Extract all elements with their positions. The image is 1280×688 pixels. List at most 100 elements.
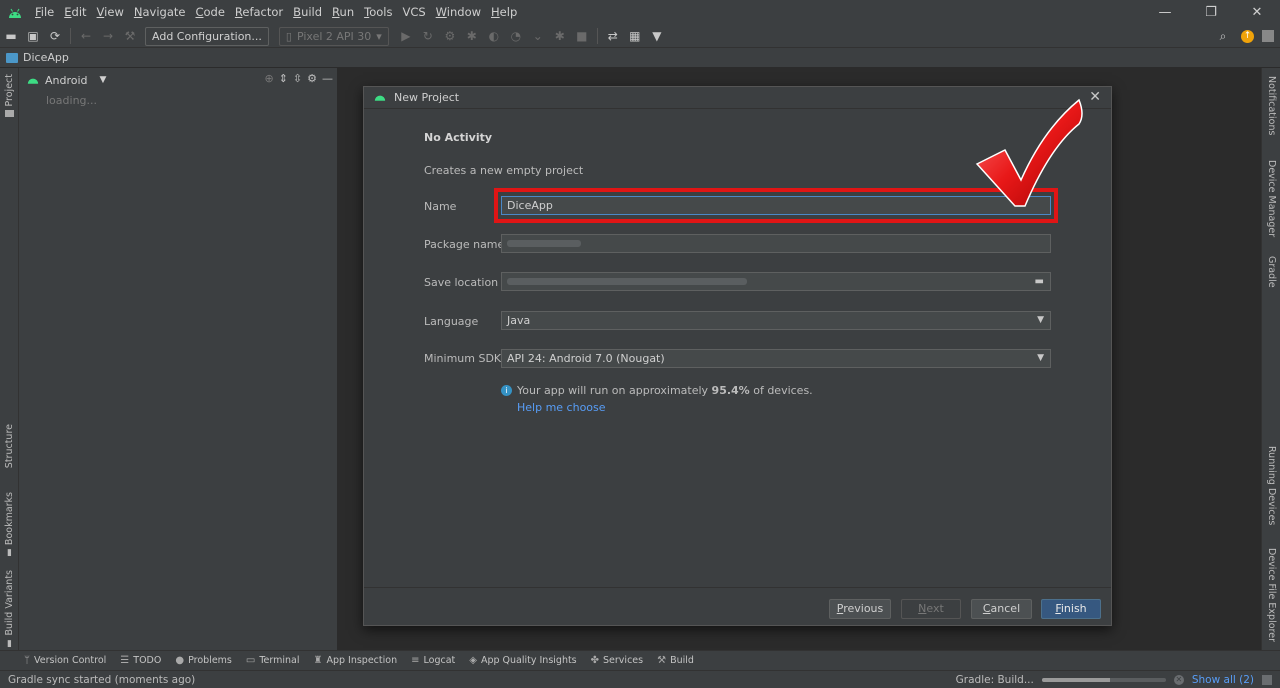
bookmarks-tool-tab[interactable]: Bookmarks ▮ bbox=[0, 492, 19, 558]
more-run-icon[interactable]: ⌄ bbox=[527, 26, 549, 46]
language-select[interactable]: Java ▼ bbox=[501, 311, 1051, 330]
tab-problems[interactable]: ● Problems bbox=[175, 655, 232, 666]
profile-icon[interactable]: ◐ bbox=[483, 26, 505, 46]
tab-logcat[interactable]: ≡ Logcat bbox=[411, 655, 455, 666]
gradle-tab-label: Gradle bbox=[1266, 256, 1277, 288]
gradle-tool-tab[interactable]: Gradle bbox=[1262, 256, 1280, 288]
right-tool-stripe: Notifications Device Manager Gradle Runn… bbox=[1261, 68, 1280, 650]
device-selector[interactable]: ▯ Pixel 2 API 30 ▾ bbox=[278, 26, 389, 46]
open-folder-icon[interactable]: ▬ bbox=[0, 26, 22, 46]
minimize-button[interactable]: — bbox=[1142, 0, 1188, 25]
profile-avatar-icon[interactable] bbox=[1262, 30, 1274, 42]
package-name-label: Package name bbox=[424, 238, 505, 251]
help-me-choose-link[interactable]: Help me choose bbox=[517, 401, 606, 414]
menu-window[interactable]: Window bbox=[431, 0, 486, 25]
apply-code-changes-icon[interactable]: ⚙ bbox=[439, 26, 461, 46]
tab-build[interactable]: ⚒ Build bbox=[657, 655, 694, 666]
run-icon[interactable]: ▶ bbox=[395, 26, 417, 46]
locate-icon[interactable]: ⊕ bbox=[264, 72, 273, 85]
menu-help[interactable]: Help bbox=[486, 0, 522, 25]
coverage-prefix: Your app will run on approximately bbox=[517, 384, 712, 397]
stop-icon[interactable]: ■ bbox=[571, 26, 593, 46]
hide-icon[interactable]: — bbox=[322, 72, 333, 85]
finish-button[interactable]: Finish bbox=[1041, 599, 1101, 619]
main-toolbar: ▬ ▣ ⟳ ← → ⚒ Add Configuration... ▯ Pixel… bbox=[0, 25, 1280, 48]
device-manager-tool-tab[interactable]: Device Manager bbox=[1262, 160, 1280, 237]
background-task-label[interactable]: Gradle: Build... bbox=[956, 674, 1034, 686]
name-field-highlight-box bbox=[494, 188, 1058, 223]
show-all-link[interactable]: Show all (2) bbox=[1192, 674, 1254, 686]
save-location-input[interactable]: ▬ bbox=[501, 272, 1051, 291]
gear-icon[interactable]: ⚙ bbox=[307, 72, 317, 85]
android-studio-logo-icon bbox=[0, 8, 30, 18]
device-selector-label: Pixel 2 API 30 bbox=[296, 29, 372, 43]
close-window-button[interactable]: ✕ bbox=[1234, 0, 1280, 25]
project-view-selector[interactable]: Android bbox=[45, 74, 88, 87]
window-controls: — ❐ ✕ bbox=[1142, 0, 1280, 25]
app-inspection-icon: ♜ bbox=[313, 655, 323, 666]
tab-terminal[interactable]: ▭ Terminal bbox=[246, 655, 300, 666]
cancel-task-icon[interactable]: ✕ bbox=[1173, 675, 1184, 685]
device-manager-icon[interactable]: ▦ bbox=[624, 26, 646, 46]
save-all-icon[interactable]: ▣ bbox=[22, 26, 44, 46]
sdk-manager-icon[interactable]: ▼ bbox=[646, 26, 668, 46]
tab-version-control[interactable]: ᛘ Version Control bbox=[24, 655, 106, 666]
debug-icon[interactable]: ✱ bbox=[461, 26, 483, 46]
apply-changes-icon[interactable]: ↻ bbox=[417, 26, 439, 46]
status-indicator-icon bbox=[1262, 675, 1272, 685]
notifications-tool-tab[interactable]: Notifications bbox=[1262, 76, 1280, 135]
forward-icon[interactable]: → bbox=[97, 26, 119, 46]
dialog-footer: Previous Next Cancel Finish bbox=[364, 587, 1111, 625]
logcat-icon: ≡ bbox=[411, 655, 420, 666]
back-icon[interactable]: ← bbox=[75, 26, 97, 46]
quality-insights-icon: ◈ bbox=[469, 655, 477, 666]
attach-process-icon[interactable]: ✱ bbox=[549, 26, 571, 46]
menu-vcs[interactable]: VCS bbox=[397, 0, 430, 25]
tab-services[interactable]: ✤ Services bbox=[591, 655, 643, 666]
menu-edit[interactable]: Edit bbox=[59, 0, 91, 25]
breadcrumb-project[interactable]: DiceApp bbox=[23, 51, 69, 64]
menu-refactor[interactable]: Refactor bbox=[230, 0, 288, 25]
hammer-icon[interactable]: ⚒ bbox=[119, 26, 141, 46]
project-tool-tab[interactable]: Project bbox=[0, 74, 19, 117]
folder-browse-icon[interactable]: ▬ bbox=[1035, 273, 1044, 290]
running-devices-tool-tab[interactable]: Running Devices bbox=[1262, 446, 1280, 525]
next-button[interactable]: Next bbox=[901, 599, 961, 619]
attach-debugger-icon[interactable]: ◔ bbox=[505, 26, 527, 46]
status-message[interactable]: Gradle sync started (moments ago) bbox=[8, 674, 195, 686]
menu-view[interactable]: View bbox=[92, 0, 129, 25]
menu-navigate[interactable]: Navigate bbox=[129, 0, 191, 25]
menu-code[interactable]: Code bbox=[190, 0, 229, 25]
build-variants-tab-label: Build Variants bbox=[4, 570, 15, 636]
minimum-sdk-select[interactable]: API 24: Android 7.0 (Nougat) ▼ bbox=[501, 349, 1051, 368]
search-icon[interactable]: ⌕ bbox=[1212, 26, 1234, 46]
task-progress-bar bbox=[1041, 678, 1166, 682]
restore-button[interactable]: ❐ bbox=[1188, 0, 1234, 25]
collapse-all-icon[interactable]: ⇳ bbox=[293, 72, 302, 85]
expand-all-icon[interactable]: ⇕ bbox=[279, 72, 288, 85]
menu-tools[interactable]: Tools bbox=[359, 0, 397, 25]
menu-build[interactable]: Build bbox=[288, 0, 327, 25]
hammer-icon: ⚒ bbox=[657, 655, 667, 666]
tab-app-quality-insights[interactable]: ◈ App Quality Insights bbox=[469, 655, 576, 666]
build-variants-tool-tab[interactable]: Build Variants ▮ bbox=[0, 570, 19, 649]
chevron-down-icon: ▼ bbox=[1037, 315, 1044, 325]
chevron-down-icon[interactable]: ▼ bbox=[100, 75, 107, 85]
menu-run[interactable]: Run bbox=[327, 0, 359, 25]
tab-app-inspection[interactable]: ♜ App Inspection bbox=[313, 655, 397, 666]
tab-todo[interactable]: ☰ TODO bbox=[120, 655, 161, 666]
menu-file[interactable]: File bbox=[30, 0, 59, 25]
terminal-icon: ▭ bbox=[245, 655, 256, 666]
cancel-button[interactable]: Cancel bbox=[971, 599, 1032, 619]
structure-tool-tab[interactable]: Structure bbox=[0, 424, 19, 468]
tab-services-label: Services bbox=[603, 655, 644, 666]
android-icon bbox=[374, 91, 386, 104]
device-file-explorer-tool-tab[interactable]: Device File Explorer bbox=[1262, 548, 1280, 642]
package-name-input[interactable] bbox=[501, 234, 1051, 253]
previous-button[interactable]: Previous bbox=[829, 599, 891, 619]
add-configuration-button[interactable]: Add Configuration... bbox=[145, 26, 269, 46]
sync-icon[interactable]: ⟳ bbox=[44, 26, 66, 46]
close-icon[interactable]: ✕ bbox=[1089, 89, 1101, 105]
sync-gradle-icon[interactable]: ⇄ bbox=[602, 26, 624, 46]
update-icon[interactable]: ↑ bbox=[1241, 29, 1254, 43]
